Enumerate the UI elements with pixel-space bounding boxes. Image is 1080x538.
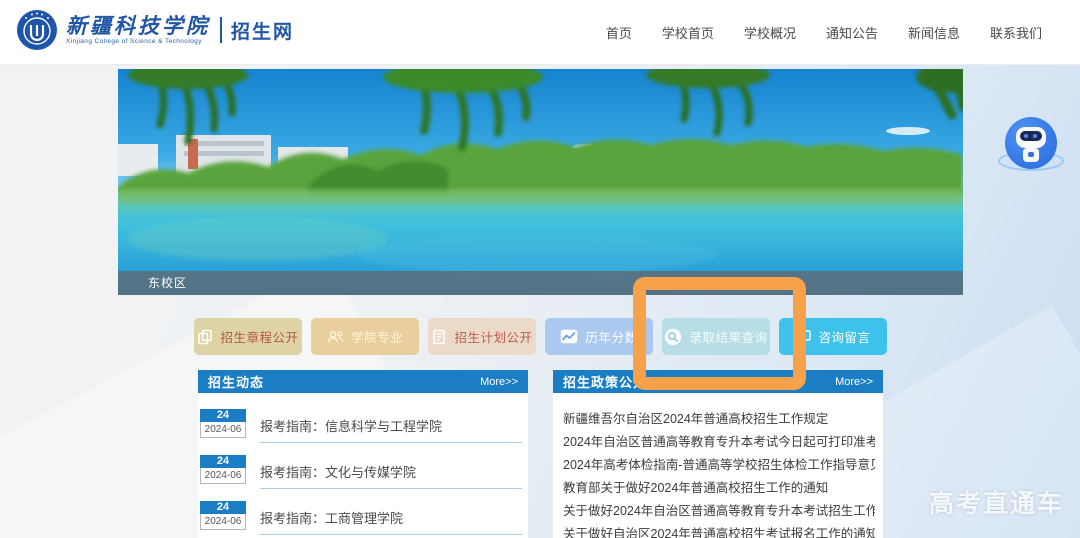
policy-item[interactable]: 关于做好自治区2024年普通高校招生考试报名工作的通知	[563, 523, 875, 538]
news-title[interactable]: 报考指南：信息科学与工程学院	[260, 416, 442, 435]
nav-notices[interactable]: 通知公告	[826, 23, 878, 42]
badge-date: 2024-06	[200, 514, 246, 530]
campus-photo	[118, 69, 963, 295]
divider	[260, 442, 522, 443]
badge-date: 2024-06	[200, 422, 246, 438]
divider	[260, 534, 522, 535]
logo-divider	[220, 17, 222, 43]
news-item[interactable]: 24 2024-06 报考指南：信息科学与工程学院	[200, 409, 524, 443]
badge-date: 2024-06	[200, 468, 246, 484]
news-item[interactable]: 24 2024-06 报考指南：文化与传媒学院	[200, 455, 524, 489]
robot-chest	[1028, 152, 1034, 157]
highlight-box-annotation	[633, 277, 806, 390]
nav-school-overview[interactable]: 学校概况	[744, 23, 796, 42]
news-title[interactable]: 报考指南：工商管理学院	[260, 508, 403, 527]
date-badge: 24 2024-06	[200, 455, 246, 484]
plan-document-icon	[433, 329, 446, 344]
policy-item[interactable]: 教育部关于做好2024年普通高校招生工作的通知	[563, 477, 875, 496]
button-label: 招生计划公开	[454, 331, 533, 345]
main-nav: 首页 学校首页 学校概况 通知公告 新闻信息 联系我们	[606, 0, 1042, 64]
site-logo[interactable]: 新疆科技学院 Xinjiang College of Science & Tec…	[16, 9, 294, 51]
button-label: 咨询留言	[818, 331, 871, 345]
policy-more-link[interactable]: More>>	[835, 376, 873, 388]
college-name-en: Xinjiang College of Science & Technology	[66, 38, 202, 45]
policy-item[interactable]: 关于做好2024年自治区普通高等教育专升本考试招生工作的通知	[563, 500, 875, 519]
admission-plan-button[interactable]: 招生计划公开	[428, 318, 536, 355]
robot-visor	[1020, 131, 1042, 141]
line-chart-icon	[561, 329, 578, 344]
watermark-text: 高考直通车	[929, 490, 1065, 518]
news-more-link[interactable]: More>>	[480, 376, 518, 388]
button-label: 学院专业	[350, 331, 403, 345]
divider	[260, 488, 522, 489]
page: 新疆科技学院 Xinjiang College of Science & Tec…	[0, 0, 1080, 538]
college-majors-button[interactable]: 学院专业	[311, 318, 419, 355]
nav-contact[interactable]: 联系我们	[990, 23, 1042, 42]
robot-eye	[1033, 134, 1037, 138]
policy-item[interactable]: 2024年高考体检指南-普通高等学校招生体检工作指导意见	[563, 454, 875, 473]
people-icon	[327, 330, 344, 343]
badge-day: 24	[200, 455, 246, 468]
nav-home[interactable]: 首页	[606, 23, 632, 42]
campus-banner[interactable]: 东校区	[118, 69, 963, 295]
news-panel-title: 招生动态	[208, 375, 265, 390]
nav-school-home[interactable]: 学校首页	[662, 23, 714, 42]
button-label: 历年分数	[585, 331, 638, 345]
college-name-block: 新疆科技学院 Xinjiang College of Science & Tec…	[66, 13, 210, 46]
news-panel: 招生动态 More>> 24 2024-06 报考指南：信息科学与工程学院 24…	[198, 370, 528, 538]
policy-item[interactable]: 2024年自治区普通高等教育专升本考试今日起可打印准考证	[563, 431, 875, 450]
college-name: 新疆科技学院	[66, 13, 210, 38]
admission-charter-button[interactable]: 招生章程公开	[194, 318, 302, 355]
banner-caption: 东校区	[118, 271, 963, 295]
college-seal-icon	[17, 10, 57, 50]
badge-day: 24	[200, 501, 246, 514]
site-name: 招生网	[231, 21, 295, 43]
chat-assistant-robot-button[interactable]	[998, 115, 1064, 175]
robot-face-icon	[1016, 127, 1046, 148]
news-title[interactable]: 报考指南：文化与传媒学院	[260, 462, 416, 481]
date-badge: 24 2024-06	[200, 501, 246, 530]
top-header: 新疆科技学院 Xinjiang College of Science & Tec…	[0, 0, 1080, 65]
document-copy-icon	[198, 329, 213, 344]
news-item[interactable]: 24 2024-06 报考指南：工商管理学院	[200, 501, 524, 535]
badge-day: 24	[200, 409, 246, 422]
robot-eye	[1024, 134, 1028, 138]
news-panel-header: 招生动态 More>>	[198, 370, 528, 393]
robot-body	[1023, 148, 1039, 162]
policy-panel: 招生政策公开 More>> 新疆维吾尔自治区2024年普通高校招生工作规定 20…	[553, 370, 883, 538]
button-label: 招生章程公开	[220, 331, 299, 345]
policy-item[interactable]: 新疆维吾尔自治区2024年普通高校招生工作规定	[563, 408, 875, 427]
nav-news[interactable]: 新闻信息	[908, 23, 960, 42]
date-badge: 24 2024-06	[200, 409, 246, 438]
